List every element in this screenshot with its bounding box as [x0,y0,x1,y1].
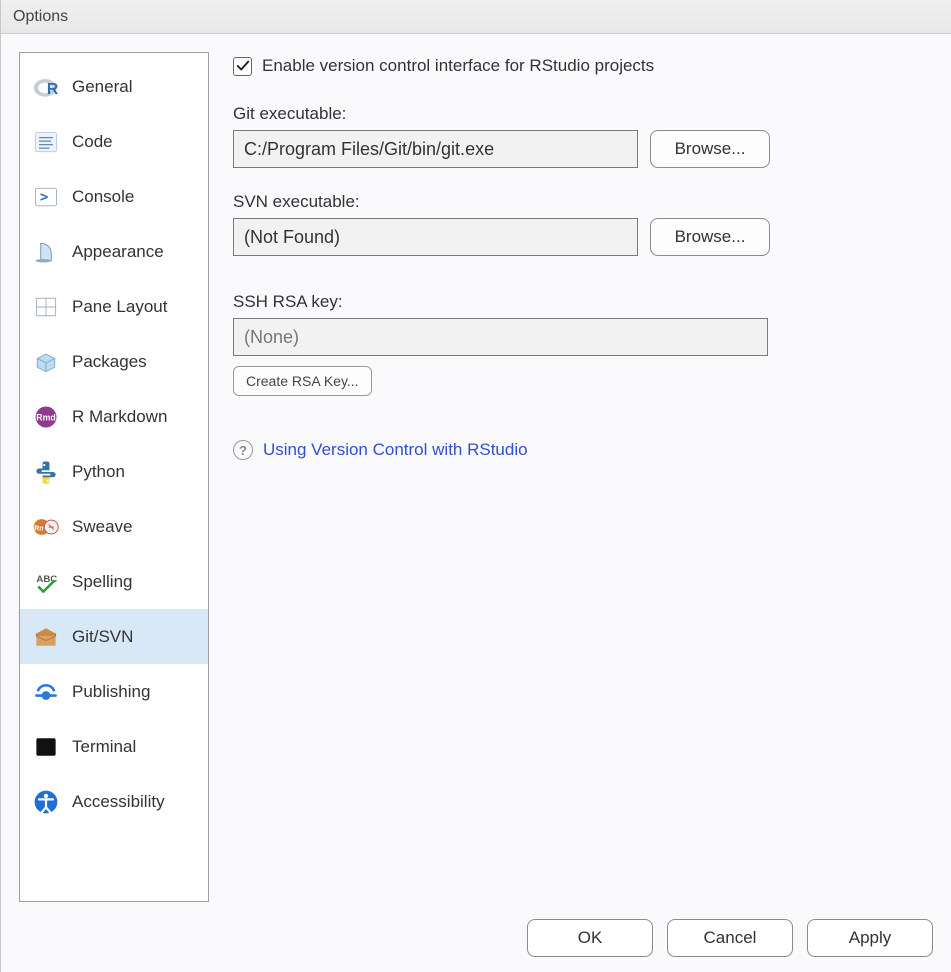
sidebar-item-label: Spelling [72,572,133,592]
accessibility-icon [32,788,60,816]
options-dialog: Options R General Code > Console Appearance Pa… [0,0,951,972]
r-logo-icon: R [32,73,60,101]
sidebar-item-label: General [72,77,132,97]
window-title: Options [13,8,68,26]
vcs-help-link[interactable]: Using Version Control with RStudio [263,440,528,460]
sidebar-item-general[interactable]: R General [20,59,208,114]
main-area: R General Code > Console Appearance Pane Layou… [1,34,951,910]
svn-exe-row: (Not Found) Browse... [233,218,927,256]
sidebar-item-label: Packages [72,352,147,372]
svg-text:>: > [40,189,48,205]
sidebar-item-publishing[interactable]: Publishing [20,664,208,719]
sidebar-item-r-markdown[interactable]: Rmd R Markdown [20,389,208,444]
category-sidebar: R General Code > Console Appearance Pane Layou… [19,52,209,902]
sidebar-item-label: Pane Layout [72,297,167,317]
sidebar-item-label: R Markdown [72,407,167,427]
sidebar-item-spelling[interactable]: ABC Spelling [20,554,208,609]
sidebar-item-python[interactable]: Python [20,444,208,499]
sidebar-item-label: Git/SVN [72,627,133,647]
gitsvn-panel: Enable version control interface for RSt… [227,52,933,902]
sweave-icon: Rnw [32,513,60,541]
ssh-key-label: SSH RSA key: [233,292,927,312]
cancel-button[interactable]: Cancel [667,919,793,957]
create-rsa-key-button[interactable]: Create RSA Key... [233,366,372,396]
sidebar-item-sweave[interactable]: Rnw Sweave [20,499,208,554]
dialog-body: R General Code > Console Appearance Pane Layou… [1,34,951,972]
svn-exe-field[interactable]: (Not Found) [233,218,638,256]
sidebar-item-appearance[interactable]: Appearance [20,224,208,279]
sidebar-item-pane-layout[interactable]: Pane Layout [20,279,208,334]
python-icon [32,458,60,486]
dialog-footer: OK Cancel Apply [1,910,951,972]
sidebar-item-terminal[interactable]: Terminal [20,719,208,774]
svg-text:ABC: ABC [36,574,57,585]
svn-exe-label: SVN executable: [233,192,927,212]
sidebar-item-label: Accessibility [72,792,165,812]
apply-button[interactable]: Apply [807,919,933,957]
packages-icon [32,348,60,376]
help-row: ? Using Version Control with RStudio [233,440,927,460]
checkmark-icon [236,59,250,73]
git-exe-row: C:/Program Files/Git/bin/git.exe Browse.… [233,130,927,168]
sidebar-item-packages[interactable]: Packages [20,334,208,389]
sidebar-item-git-svn[interactable]: Git/SVN [20,609,208,664]
svn-browse-button[interactable]: Browse... [650,218,770,256]
sidebar-item-label: Publishing [72,682,150,702]
sidebar-item-label: Appearance [72,242,164,262]
sidebar-item-code[interactable]: Code [20,114,208,169]
sidebar-item-accessibility[interactable]: Accessibility [20,774,208,829]
code-icon [32,128,60,156]
terminal-icon [32,733,60,761]
enable-vcs-label: Enable version control interface for RSt… [262,56,654,76]
sidebar-item-label: Python [72,462,125,482]
enable-vcs-row: Enable version control interface for RSt… [233,56,927,76]
rmarkdown-icon: Rmd [32,403,60,431]
svg-text:Rmd: Rmd [36,412,55,422]
publishing-icon [32,678,60,706]
git-browse-button[interactable]: Browse... [650,130,770,168]
svg-text:R: R [47,81,59,98]
ok-button[interactable]: OK [527,919,653,957]
git-exe-field[interactable]: C:/Program Files/Git/bin/git.exe [233,130,638,168]
enable-vcs-checkbox[interactable] [233,57,252,76]
sidebar-item-label: Terminal [72,737,136,757]
gitsvn-icon [32,623,60,651]
sidebar-item-label: Sweave [72,517,132,537]
sidebar-item-console[interactable]: > Console [20,169,208,224]
panes-icon [32,293,60,321]
sidebar-item-label: Console [72,187,134,207]
git-exe-label: Git executable: [233,104,927,124]
ssh-key-field[interactable]: (None) [233,318,768,356]
help-icon: ? [233,440,253,460]
sidebar-item-label: Code [72,132,113,152]
console-icon: > [32,183,60,211]
spelling-icon: ABC [32,568,60,596]
appearance-icon [32,238,60,266]
titlebar: Options [1,0,951,34]
